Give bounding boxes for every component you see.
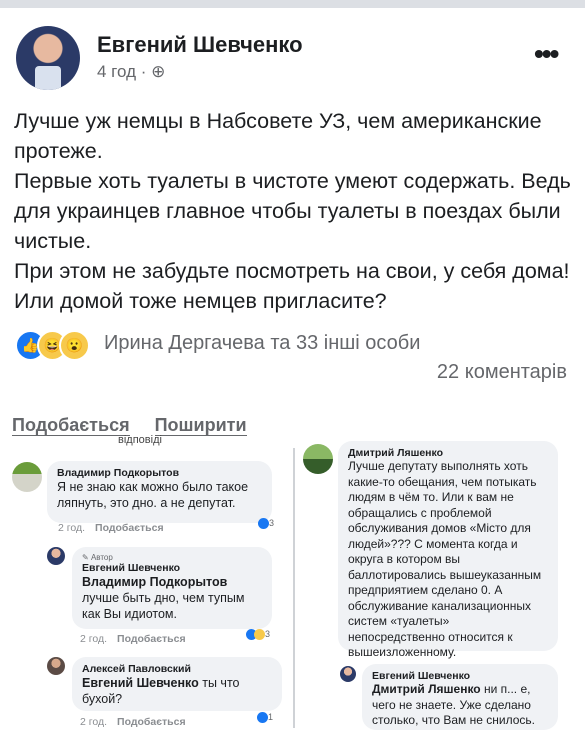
- comment-text: Я не знаю как можно было такое ляпнуть, …: [57, 480, 249, 510]
- comment-like-button[interactable]: Подобається: [117, 716, 186, 728]
- comments-count[interactable]: 22 коментарів: [437, 361, 567, 384]
- comment-bubble: Алексей Павловский Евгений Шевченко ты ч…: [72, 657, 282, 711]
- comment-author[interactable]: Владимир Подкорытов: [57, 467, 262, 479]
- reactions-summary[interactable]: Ирина Дергачева та 33 інші особи: [104, 332, 420, 355]
- comment-reactions[interactable]: 3: [246, 629, 271, 641]
- post-paragraph: Первые хоть туалеты в чистоте умеют соде…: [14, 169, 571, 253]
- comment-mention[interactable]: Владимир Подкорытов: [82, 575, 227, 589]
- avatar[interactable]: [12, 462, 42, 492]
- post-paragraph: При этом не забудьте посмотреть на свои,…: [14, 259, 570, 313]
- comment-text: Лучше депутату выполнять хоть какие-то о…: [348, 459, 542, 659]
- comment-bubble: Дмитрий Ляшенко Лучше депутату выполнять…: [338, 441, 558, 659]
- haha-reaction-icon: [254, 629, 265, 641]
- post-meta: 4 год · ⊕: [97, 62, 166, 81]
- wow-reaction-icon: 😮: [59, 330, 90, 361]
- comment-text: Владимир Подкорытов лучше быть дно, чем …: [82, 574, 262, 622]
- comment-body: лучше быть дно, чем тупым как Вы идиотом…: [82, 591, 245, 621]
- globe-icon: ⊕: [151, 62, 166, 81]
- comment-bubble: Евгений Шевченко Дмитрий Ляшенко ни п...…: [362, 664, 558, 730]
- reaction-count: 3: [265, 629, 271, 639]
- comment-author[interactable]: Алексей Павловский: [82, 663, 272, 675]
- like-reaction-icon: [257, 712, 268, 724]
- avatar[interactable]: [16, 26, 80, 90]
- like-button[interactable]: Подобається: [12, 415, 130, 436]
- like-reaction-icon: [258, 518, 269, 530]
- comment-text: Евгений Шевченко ты что бухой?: [82, 675, 272, 707]
- comment-time[interactable]: 2 год.: [58, 522, 85, 534]
- comment-meta: 2 год. Подобається: [80, 633, 186, 645]
- comment-meta: 2 год. Подобається: [80, 716, 186, 728]
- avatar[interactable]: [303, 444, 333, 474]
- more-options-icon[interactable]: •••: [534, 38, 559, 70]
- comment-bubble: Владимир Подкорытов Я не знаю как можно …: [47, 461, 272, 523]
- post-text: Лучше уж немцы в Набсовете УЗ, чем амери…: [14, 106, 579, 316]
- post-actions: Подобається Поширити: [12, 415, 267, 436]
- share-button[interactable]: Поширити: [154, 415, 247, 436]
- post-paragraph: Лучше уж немцы в Набсовете УЗ, чем амери…: [14, 109, 542, 163]
- cutoff-text: відповіді: [118, 434, 162, 446]
- comment-author[interactable]: Дмитрий Ляшенко: [348, 447, 548, 459]
- comment-time[interactable]: 2 год.: [80, 716, 107, 728]
- reaction-icons[interactable]: 👍 😆 😮: [15, 330, 105, 361]
- comment-bubble: ✎ Автор Евгений Шевченко Владимир Подкор…: [72, 547, 272, 629]
- comment-time[interactable]: 2 год.: [80, 633, 107, 645]
- author-badge-label: Автор: [90, 553, 113, 562]
- comment-author[interactable]: Евгений Шевченко: [82, 562, 262, 574]
- comment-meta: 2 год. Подобається: [58, 522, 164, 534]
- comment-text: Дмитрий Ляшенко ни п... е, чего не знает…: [372, 682, 548, 729]
- comment-like-button[interactable]: Подобається: [117, 633, 186, 645]
- reaction-count: 3: [269, 518, 275, 528]
- avatar[interactable]: [340, 666, 356, 682]
- comment-reactions[interactable]: 3: [258, 518, 275, 530]
- avatar[interactable]: [47, 657, 65, 675]
- comment-mention[interactable]: Дмитрий Ляшенко: [372, 682, 481, 696]
- comment-mention[interactable]: Евгений Шевченко: [82, 676, 199, 690]
- divider: [293, 448, 295, 728]
- post-author[interactable]: Евгений Шевченко: [97, 32, 303, 58]
- avatar[interactable]: [47, 547, 65, 565]
- reaction-count: 1: [268, 712, 274, 722]
- comment-author[interactable]: Евгений Шевченко: [372, 670, 548, 682]
- top-bar: [0, 0, 585, 8]
- author-badge: ✎ Автор: [82, 553, 113, 562]
- comment-reactions[interactable]: 1: [257, 712, 274, 724]
- comment-like-button[interactable]: Подобається: [95, 522, 164, 534]
- post-time[interactable]: 4 год: [97, 62, 136, 81]
